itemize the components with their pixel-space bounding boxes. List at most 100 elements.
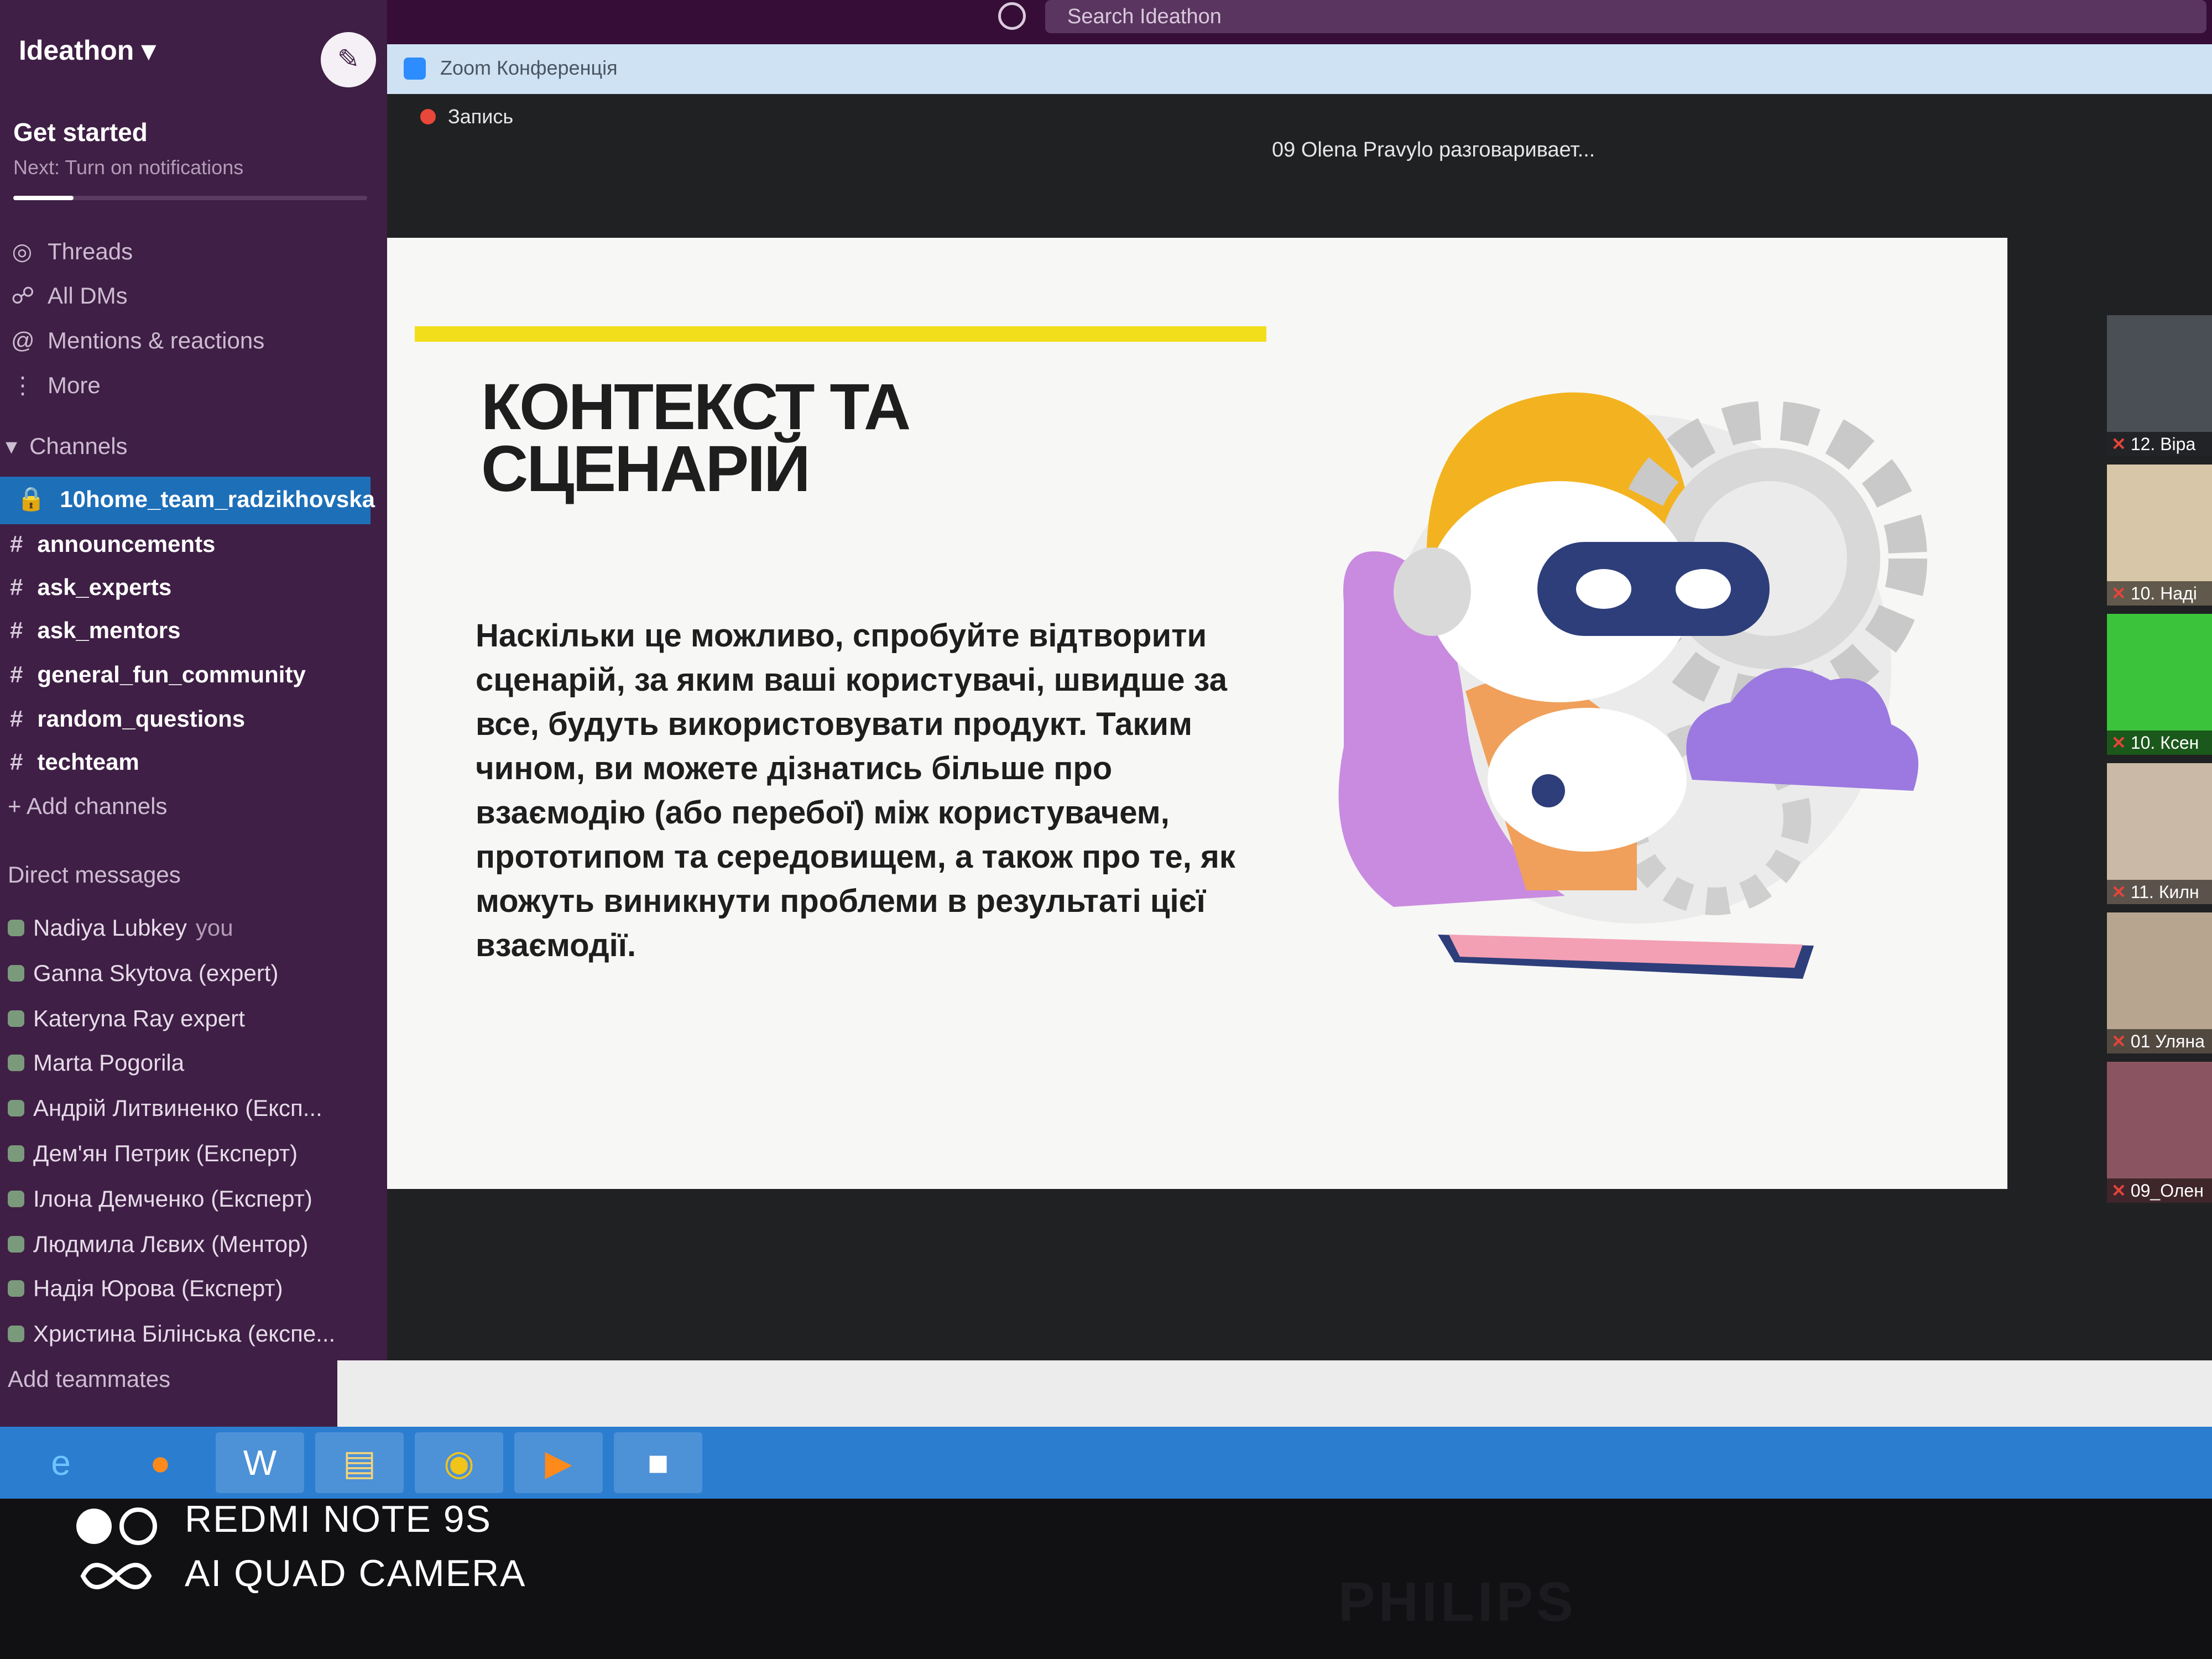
firefox-icon[interactable]: ● <box>116 1432 205 1493</box>
channel-item[interactable]: # techteam <box>10 749 139 775</box>
channel-active[interactable]: 🔒 10home_team_radzikhovska <box>17 486 375 513</box>
dm-item[interactable]: Христина Білінська (експе... <box>8 1321 335 1347</box>
dm-item[interactable]: Надія Юрова (Експерт) <box>8 1275 283 1302</box>
zoom-window: Zoom Конференція Запись 09 Olena Pravylo… <box>387 44 2212 1360</box>
hash-icon: # <box>10 574 23 600</box>
dm-item[interactable]: Дем'ян Петрик (Експерт) <box>8 1140 298 1167</box>
hash-icon: # <box>10 617 23 643</box>
hash-icon: # <box>10 531 23 557</box>
avatar <box>8 1055 24 1071</box>
channel-item[interactable]: # general_fun_community <box>10 661 306 688</box>
dm-name: Ganna Skytova (expert) <box>33 960 279 986</box>
hash-icon: # <box>10 706 23 732</box>
word-icon[interactable]: W <box>216 1432 304 1493</box>
explorer-icon[interactable]: ▤ <box>315 1432 404 1493</box>
media-player-icon[interactable]: ▶ <box>514 1432 603 1493</box>
mic-muted-icon: ✕ <box>2111 882 2126 902</box>
camera-watermark-line2: AI QUAD CAMERA <box>185 1552 526 1594</box>
recording-indicator[interactable]: Запись <box>420 105 513 128</box>
slide-body: Наскільки це можливо, спробуйте відтвори… <box>476 618 1235 963</box>
channel-label: ask_experts <box>37 574 172 600</box>
add-teammates-link[interactable]: Add teammates <box>8 1366 170 1392</box>
get-started-label[interactable]: Get started <box>13 117 148 147</box>
nav-mentions[interactable]: @ Mentions & reactions <box>11 327 264 354</box>
dm-header[interactable]: Direct messages <box>8 862 181 888</box>
dms-icon: ☍ <box>11 283 35 309</box>
participant-name: ✕ 11. Килн <box>2107 880 2212 904</box>
history-icon[interactable] <box>998 2 1026 30</box>
dm-name: Nadiya Lubkey <box>33 915 187 941</box>
search-input[interactable]: Search Ideathon <box>1045 0 2206 33</box>
robot-dot <box>1532 774 1565 807</box>
zoom-app-icon <box>404 58 426 80</box>
avatar <box>8 1100 24 1117</box>
participant-label: 12. Віра <box>2130 434 2196 454</box>
message-composer[interactable] <box>337 1360 2212 1427</box>
robot-ear <box>1394 547 1471 636</box>
mentions-icon: @ <box>11 327 35 353</box>
dm-item[interactable]: Ілона Демченко (Експерт) <box>8 1186 312 1212</box>
dm-name: Marta Pogorila <box>33 1050 185 1076</box>
robot-eye-left <box>1576 569 1631 609</box>
dm-item[interactable]: Андрій Литвиненко (Експ... <box>8 1095 322 1121</box>
nav-more[interactable]: ⋮ More <box>11 372 101 399</box>
mic-muted-icon: ✕ <box>2111 1031 2126 1051</box>
channel-label: announcements <box>37 531 216 557</box>
onboarding-progress <box>13 196 367 200</box>
caret-down-icon: ▾ <box>6 433 18 459</box>
dm-name: Христина Білінська (експе... <box>33 1321 336 1347</box>
mic-muted-icon: ✕ <box>2111 583 2126 603</box>
participant-label: 10. Наді <box>2130 583 2197 603</box>
next-hint[interactable]: Next: Turn on notifications <box>13 156 243 179</box>
participant-label: 01 Уляна <box>2130 1031 2205 1051</box>
participant-label: 11. Килн <box>2130 882 2199 902</box>
participant-tile[interactable]: ✕ 12. Віра <box>2107 315 2212 456</box>
zoom-icon[interactable]: ■ <box>614 1432 702 1493</box>
channel-item[interactable]: # random_questions <box>10 706 245 732</box>
dm-item[interactable]: Ganna Skytova (expert) <box>8 960 279 987</box>
robot-body <box>1488 708 1687 852</box>
participant-tile[interactable]: ✕ 10. Ксен <box>2107 614 2212 755</box>
workspace-name[interactable]: Ideathon ▾ <box>19 34 155 66</box>
avatar <box>8 1326 24 1342</box>
dm-item[interactable]: Людмила Лєвих (Ментор) <box>8 1231 308 1258</box>
participant-name: ✕ 09_Олен <box>2107 1178 2212 1203</box>
shared-slide: КОНТЕКСТ ТА СЦЕНАРІЙ Наскільки це можлив… <box>387 238 2007 1189</box>
active-speaker-status: 09 Olena Pravylo разговаривает... <box>1272 138 1595 161</box>
dm-item[interactable]: Kateryna Ray expert <box>8 1005 245 1032</box>
avatar <box>8 920 24 936</box>
monitor-brand: PHILIPS <box>1338 1571 1577 1633</box>
dm-item[interactable]: Marta Pogorila <box>8 1050 184 1076</box>
more-icon: ⋮ <box>11 372 34 398</box>
compose-icon[interactable]: ✎ <box>321 32 376 87</box>
participant-tile[interactable]: ✕ 01 Уляна <box>2107 912 2212 1053</box>
participant-tile[interactable]: ✕ 09_Олен <box>2107 1062 2212 1203</box>
zoom-window-title: Zoom Конференція <box>440 56 618 79</box>
ie-icon[interactable]: e <box>17 1432 105 1493</box>
dm-name: Надія Юрова (Експерт) <box>33 1275 283 1301</box>
channel-item[interactable]: # ask_mentors <box>10 617 181 644</box>
nav-threads[interactable]: ◎ Threads <box>11 238 133 265</box>
robot-illustration <box>1338 392 1927 979</box>
record-dot-icon <box>420 109 436 124</box>
mic-muted-icon: ✕ <box>2111 733 2126 753</box>
add-channels-link[interactable]: + Add channels <box>8 793 167 820</box>
channels-header[interactable]: ▾ Channels <box>6 432 128 460</box>
dm-item[interactable]: Nadiya Lubkey you <box>8 915 233 941</box>
dm-name: Kateryna Ray expert <box>33 1005 245 1031</box>
slide-title-line: КОНТЕКСТ ТА <box>481 371 911 444</box>
channel-item[interactable]: # ask_experts <box>10 574 171 601</box>
avatar <box>8 965 24 982</box>
threads-icon: ◎ <box>12 238 33 264</box>
participant-tile[interactable]: ✕ 10. Наді <box>2107 465 2212 606</box>
chrome-icon[interactable]: ◉ <box>415 1432 503 1493</box>
nav-all-dms[interactable]: ☍ All DMs <box>11 282 128 309</box>
avatar <box>8 1010 24 1027</box>
slide-title-line: СЦЕНАРІЙ <box>481 432 811 505</box>
channel-item[interactable]: # announcements <box>10 531 215 557</box>
mic-muted-icon: ✕ <box>2111 434 2126 454</box>
participant-tile[interactable]: ✕ 11. Килн <box>2107 763 2212 904</box>
avatar <box>8 1145 24 1162</box>
zoom-titlebar[interactable]: Zoom Конференція <box>387 44 2212 94</box>
participant-name: ✕ 10. Ксен <box>2107 731 2212 755</box>
